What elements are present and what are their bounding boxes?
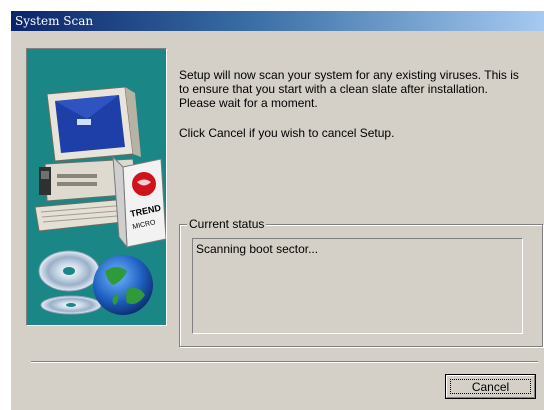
intro-line-3: Please wait for a moment. xyxy=(179,96,318,110)
intro-text: Setup will now scan your system for any … xyxy=(179,68,539,110)
system-scan-dialog: System Scan TREND MICRO Setup will now s… xyxy=(10,10,544,410)
computer-with-trend-micro-box-icon: TREND MICRO xyxy=(34,86,166,315)
title-bar[interactable]: System Scan xyxy=(11,11,544,31)
status-display: Scanning boot sector... xyxy=(192,238,523,334)
status-text: Scanning boot sector... xyxy=(196,242,319,256)
current-status-label: Current status xyxy=(187,217,267,231)
intro-line-1: Setup will now scan your system for any … xyxy=(179,68,519,82)
setup-side-image: TREND MICRO xyxy=(26,48,167,326)
cancel-button-label: Cancel xyxy=(450,379,531,394)
intro-line-2: to ensure that you start with a clean sl… xyxy=(179,82,488,96)
divider xyxy=(31,361,538,363)
cancel-instruction: Click Cancel if you wish to cancel Setup… xyxy=(179,126,395,140)
cancel-button[interactable]: Cancel xyxy=(445,374,536,399)
window-title: System Scan xyxy=(15,14,94,28)
